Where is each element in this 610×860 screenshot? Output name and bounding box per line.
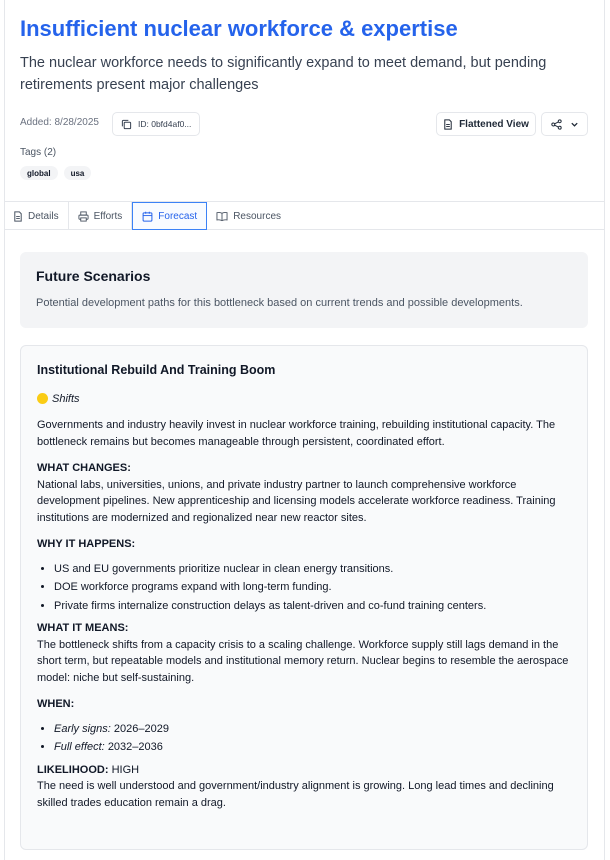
tags-label: Tags (2) xyxy=(20,147,57,158)
share-menu-button[interactable] xyxy=(541,112,588,136)
likelihood-value: HIGH xyxy=(111,763,140,776)
list-item: Early signs: 2026–2029 xyxy=(54,721,571,738)
when-label: Full effect: xyxy=(54,741,105,753)
when-value: 2026–2029 xyxy=(113,722,169,735)
why-list: US and EU governments prioritize nuclear… xyxy=(37,561,571,615)
tag-usa[interactable]: usa xyxy=(63,166,92,180)
future-scenarios-title: Future Scenarios xyxy=(36,268,151,284)
what-changes-heading: WHAT CHANGES: xyxy=(37,462,131,474)
tab-forecast[interactable]: Forecast xyxy=(132,202,208,230)
tag-global[interactable]: global xyxy=(20,166,58,180)
copy-icon xyxy=(121,119,132,129)
scenario-title: Institutional Rebuild And Training Boom xyxy=(37,363,276,377)
tab-details-label: Details xyxy=(28,210,59,222)
book-icon xyxy=(216,211,228,221)
when-list: Early signs: 2026–2029 Full effect: 2032… xyxy=(37,721,571,756)
scenario-category: Shifts xyxy=(37,391,571,408)
scenario-category-label: Shifts xyxy=(52,392,80,405)
page-title: Insufficient nuclear workforce & experti… xyxy=(20,16,458,41)
scenario-intro: Governments and industry heavily invest … xyxy=(37,419,556,448)
tab-resources[interactable]: Resources xyxy=(207,202,290,230)
tag-list: global usa xyxy=(20,166,92,180)
future-scenarios-description: Potential development paths for this bot… xyxy=(36,297,523,309)
tab-efforts[interactable]: Efforts xyxy=(69,202,133,230)
list-item: Full effect: 2032–2036 xyxy=(54,739,571,756)
list-item: US and EU governments prioritize nuclear… xyxy=(54,561,571,578)
added-date: Added: 8/28/2025 xyxy=(20,117,99,128)
id-label: ID: 0bfd4af0... xyxy=(138,119,192,129)
tab-efforts-label: Efforts xyxy=(93,210,123,222)
flattened-view-button[interactable]: Flattened View xyxy=(436,112,536,136)
when-heading: WHEN: xyxy=(37,698,75,710)
likelihood-heading: LIKELIHOOD: xyxy=(37,763,109,776)
when-value: 2032–2036 xyxy=(107,741,163,753)
why-heading: WHY IT HAPPENS: xyxy=(37,538,136,550)
scenario-card: Institutional Rebuild And Training Boom … xyxy=(20,345,588,850)
likelihood-text: The need is well understood and governme… xyxy=(37,780,554,809)
list-item: DOE workforce programs expand with long-… xyxy=(54,579,571,596)
share-icon xyxy=(550,118,562,130)
tab-forecast-label: Forecast xyxy=(158,210,198,222)
yellow-circle-icon xyxy=(37,393,48,405)
tab-details[interactable]: Details xyxy=(4,202,69,230)
calendar-icon xyxy=(142,211,153,222)
what-changes-text: National labs, universities, unions, and… xyxy=(37,478,556,524)
flattened-view-label: Flattened View xyxy=(459,118,529,130)
means-text: The bottleneck shifts from a capacity cr… xyxy=(37,638,569,684)
meta-row: Added: 8/28/2025 ID: 0bfd4af0... Flatten… xyxy=(20,112,588,136)
document-icon xyxy=(444,118,452,130)
file-text-icon xyxy=(14,210,22,222)
printer-icon xyxy=(78,210,89,222)
when-label: Early signs: xyxy=(54,722,111,735)
tab-bar: Details Efforts Forecast Resources xyxy=(4,201,605,230)
means-heading: WHAT IT MEANS: xyxy=(37,622,129,634)
likelihood-line: LIKELIHOOD: HIGH xyxy=(37,762,571,779)
chevron-down-icon xyxy=(570,122,578,127)
list-item: Private firms internalize construction d… xyxy=(54,598,571,615)
copy-id-button[interactable]: ID: 0bfd4af0... xyxy=(112,112,201,136)
future-scenarios-panel: Future Scenarios Potential development p… xyxy=(20,252,588,328)
tab-resources-label: Resources xyxy=(233,210,282,222)
page-subtitle: The nuclear workforce needs to significa… xyxy=(20,55,547,93)
